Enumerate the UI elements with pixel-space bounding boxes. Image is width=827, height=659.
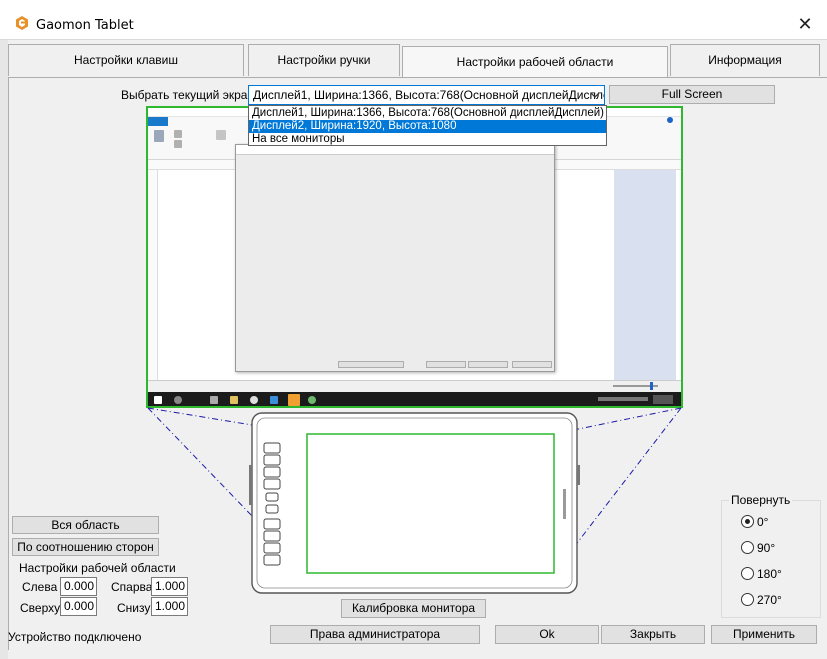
tablet-outline [251, 412, 578, 594]
top-input[interactable]: 0.000 [60, 597, 97, 616]
calibrate-monitor-button[interactable]: Калибровка монитора [341, 599, 486, 618]
tab-work-area-settings[interactable]: Настройки рабочей области [402, 46, 668, 79]
preview-paste-icon [154, 130, 164, 142]
screen-preview[interactable] [146, 106, 683, 408]
screen-option-display2[interactable]: Дисплей2, Ширина:1920, Высота:1080 [249, 120, 606, 133]
rotate-270-radio[interactable] [741, 593, 754, 606]
preview-paint-icon [308, 396, 316, 404]
all-area-button[interactable]: Вся область [12, 516, 159, 534]
express-key-1 [263, 442, 281, 454]
preview-apply-button [512, 361, 552, 368]
express-key-4 [263, 478, 281, 490]
express-key-8 [263, 530, 281, 542]
preview-close-button [468, 361, 508, 368]
preview-zoom-thumb [650, 382, 653, 390]
express-key-5 [265, 492, 279, 502]
tablet-body [249, 412, 580, 594]
right-input[interactable]: 1.000 [151, 577, 188, 596]
preview-side-pane [614, 170, 676, 380]
screen-select[interactable]: Дисплей1, Ширина:1366, Высота:768(Основн… [248, 85, 605, 105]
preview-file-tab [148, 117, 168, 126]
rotate-90-label: 90° [757, 541, 776, 555]
preview-admin-button [338, 361, 404, 368]
apply-button[interactable]: Применить [711, 625, 817, 644]
screen-select-label: Выбрать текущий экран [121, 88, 255, 102]
ok-button[interactable]: Ok [495, 625, 599, 644]
rotate-label: Повернуть [729, 493, 793, 507]
preview-app-icon [210, 396, 218, 404]
full-screen-button[interactable]: Full Screen [609, 85, 775, 104]
screen-select-value: Дисплей1, Ширина:1366, Высота:768(Основн… [253, 88, 605, 102]
express-key-7 [263, 518, 281, 530]
tab-pen-settings[interactable]: Настройки ручки [248, 44, 400, 76]
rotate-270-label: 270° [757, 593, 782, 607]
preview-clock [653, 395, 673, 404]
preview-browser-icon [250, 396, 258, 404]
top-label: Сверху [20, 601, 61, 615]
tablet-diagram [147, 407, 682, 594]
preview-ok-button [426, 361, 466, 368]
express-key-10 [263, 554, 281, 566]
rotate-180-label: 180° [757, 567, 782, 581]
bottom-input[interactable]: 1.000 [151, 597, 188, 616]
preview-help-icon [667, 117, 673, 123]
preview-select-icon [216, 130, 226, 140]
rotate-90-radio[interactable] [741, 541, 754, 554]
tablet-side-port [249, 465, 252, 505]
preview-copy-icon [174, 140, 182, 148]
screen-option-all-monitors[interactable]: На все мониторы [249, 133, 606, 146]
gaomon-logo-icon [16, 16, 28, 30]
admin-rights-button[interactable]: Права администратора [270, 625, 480, 644]
preview-tray-icons [598, 397, 648, 401]
preview-search-icon [174, 396, 182, 404]
preview-mail-icon [270, 396, 278, 404]
aspect-ratio-button[interactable]: По соотношению сторон [12, 538, 159, 556]
preview-cut-icon [174, 130, 182, 138]
screen-option-display1[interactable]: Дисплей1, Ширина:1366, Высота:768(Основн… [249, 107, 606, 120]
close-window-button[interactable]: ✕ [793, 12, 817, 36]
preview-dialog-titlebar [236, 145, 554, 155]
rotate-0-radio[interactable] [741, 515, 754, 528]
close-button[interactable]: Закрыть [601, 625, 705, 644]
preview-dialog-window [235, 144, 555, 372]
left-input[interactable]: 0.000 [60, 577, 97, 596]
chevron-down-icon [590, 86, 600, 104]
preview-status-bar [148, 380, 681, 392]
tablet-side-button [577, 465, 580, 485]
screen-dropdown-list: Дисплей1, Ширина:1366, Высота:768(Основн… [248, 105, 607, 146]
device-status-text: Устройство подключено [8, 630, 142, 644]
background-window-edge [0, 40, 8, 659]
preview-start-icon [154, 396, 162, 404]
express-key-3 [263, 466, 281, 478]
express-key-2 [263, 454, 281, 466]
work-area-settings-label: Настройки рабочей области [19, 561, 176, 575]
express-key-6 [265, 504, 279, 514]
tablet-brand-mark [563, 489, 566, 519]
preview-folder-icon [230, 396, 238, 404]
express-key-9 [263, 542, 281, 554]
window-title: Gaomon Tablet [36, 18, 134, 33]
tab-information[interactable]: Информация [670, 44, 820, 76]
preview-vertical-ruler [148, 170, 158, 380]
tab-key-settings[interactable]: Настройки клавиш [8, 44, 244, 76]
rotate-0-label: 0° [757, 515, 769, 529]
right-label: Спарва [111, 580, 153, 594]
rotate-180-radio[interactable] [741, 567, 754, 580]
bottom-label: Снизу [117, 601, 151, 615]
left-label: Слева [22, 580, 58, 594]
